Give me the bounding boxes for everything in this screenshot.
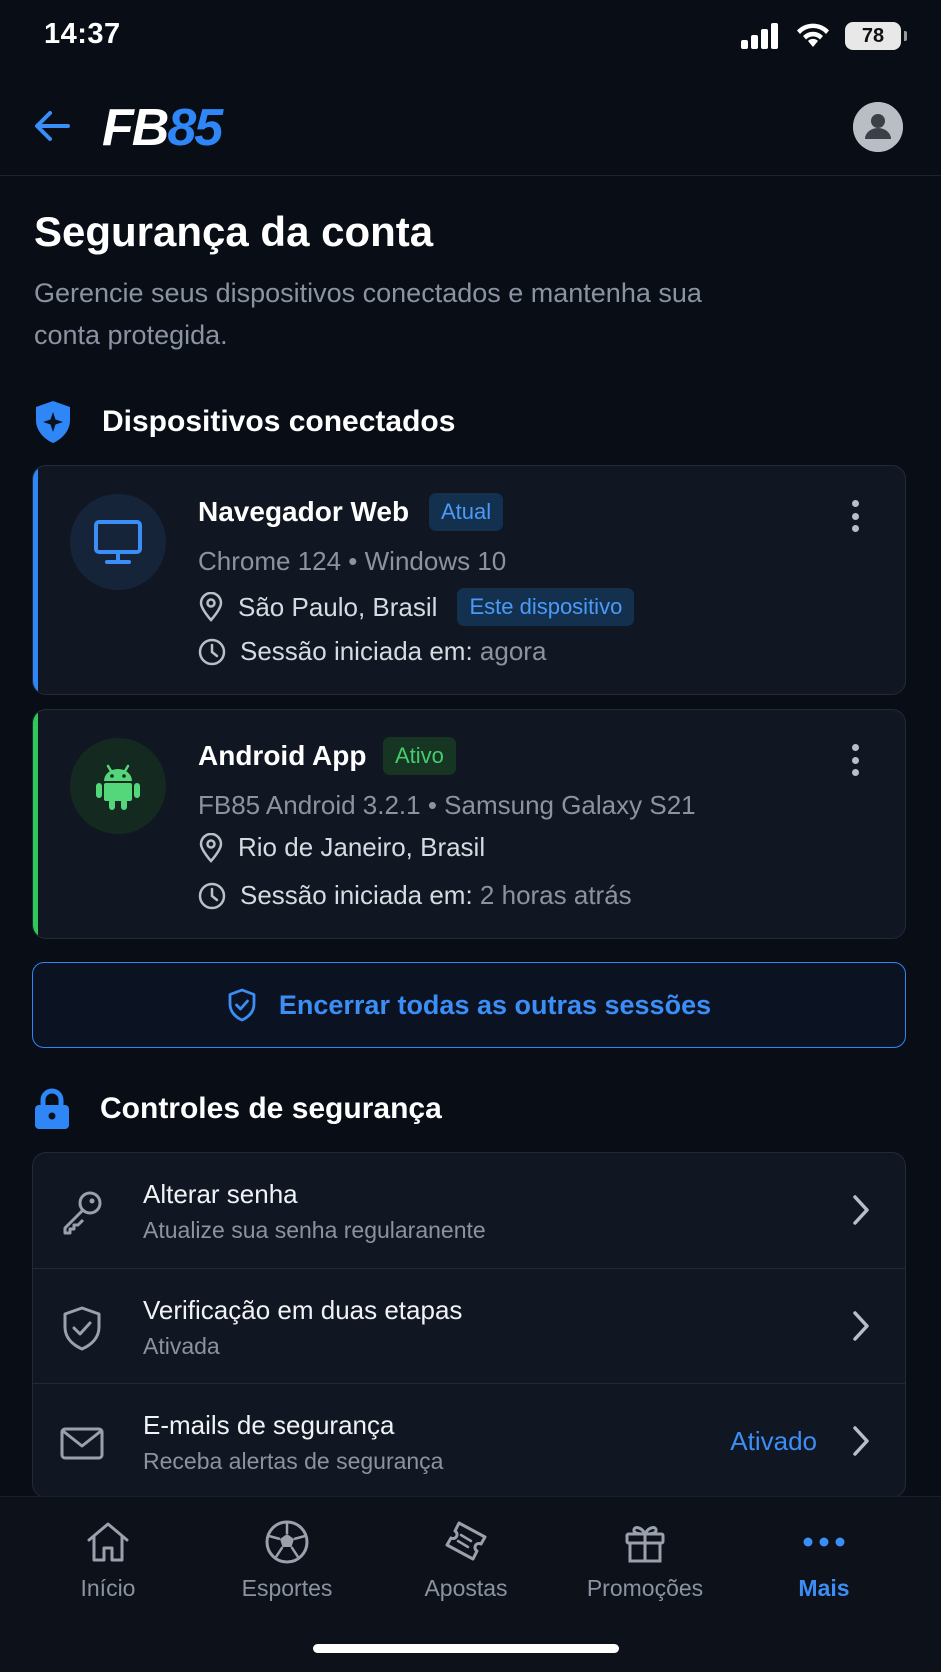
device-session-row: Sessão iniciada em: 2 horas atrás [198, 880, 632, 911]
nav-label: Mais [798, 1575, 850, 1601]
clock-icon [198, 638, 226, 665]
status-icons: 78 [741, 22, 907, 50]
nav-item-mais[interactable]: Mais [744, 1517, 904, 1617]
monitor-icon [94, 520, 142, 564]
end-other-sessions-button[interactable]: Encerrar todas as outras sessões [32, 962, 906, 1048]
device-location-row: São Paulo, Brasil Este dispositivo [198, 588, 635, 626]
control-title: Alterar senha [143, 1179, 298, 1209]
status-badge: Atual [429, 493, 504, 531]
nav-item-promocoes[interactable]: Promoções [565, 1517, 725, 1617]
shield-check-icon [228, 988, 256, 1022]
chevron-right-icon [853, 1195, 869, 1225]
nav-item-apostas[interactable]: Apostas [386, 1517, 546, 1617]
soccer-ball-icon [265, 1520, 309, 1564]
gift-icon [625, 1526, 665, 1563]
control-status-value: Ativado [730, 1426, 817, 1456]
control-subtitle: Ativada [143, 1333, 220, 1359]
signal-icon [741, 23, 778, 49]
device-options-button[interactable] [843, 496, 867, 536]
device-name: Android App [198, 740, 367, 771]
controls-section-header: Controles de segurança [34, 1088, 442, 1130]
logo-text-85: 85 [167, 99, 223, 157]
status-bar: 14:37 78 [0, 0, 941, 76]
fb85-logo: FB85 [102, 98, 223, 158]
wifi-icon [797, 23, 829, 47]
device-icon-container [70, 494, 166, 590]
control-title: E-mails de segurança [143, 1410, 395, 1440]
devices-section-title: Dispositivos conectados [102, 405, 456, 438]
device-card-web[interactable]: Navegador Web Atual Chrome 124 • Windows… [32, 465, 906, 695]
clock-icon [198, 882, 226, 909]
page-title: Segurança da conta [34, 208, 434, 255]
control-subtitle: Atualize sua senha regularanente [143, 1217, 486, 1243]
app-header: FB85 [0, 88, 941, 176]
nav-label: Início [80, 1575, 136, 1601]
arrow-left-icon [35, 111, 70, 141]
shield-icon [36, 401, 70, 443]
lock-icon [35, 1088, 69, 1129]
change-password-row[interactable]: Alterar senha Atualize sua senha regular… [33, 1153, 905, 1268]
chevron-right-icon [853, 1311, 869, 1341]
controls-section-title: Controles de segurança [100, 1092, 442, 1125]
device-details: Chrome 124 • Windows 10 [198, 546, 507, 576]
session-value: 2 horas atrás [479, 880, 632, 910]
session-value: agora [479, 636, 547, 666]
session-label: Sessão iniciada em: [240, 636, 473, 666]
control-title: Verificação em duas etapas [143, 1295, 463, 1325]
android-icon [96, 764, 140, 810]
device-name: Navegador Web [198, 496, 410, 527]
battery-level: 78 [861, 24, 885, 47]
home-icon [87, 1522, 129, 1562]
device-location: Rio de Janeiro, Brasil [238, 832, 486, 862]
control-subtitle: Receba alertas de segurança [143, 1448, 444, 1474]
security-emails-row[interactable]: E-mails de segurança Receba alertas de s… [33, 1383, 905, 1497]
avatar[interactable] [853, 102, 903, 152]
home-indicator [313, 1644, 619, 1653]
shield-check-icon [63, 1306, 101, 1351]
location-pin-icon [199, 592, 223, 622]
logo-text-fb: FB [102, 99, 169, 157]
device-card-android[interactable]: Android App Ativo FB85 Android 3.2.1 • S… [32, 709, 906, 939]
nav-item-esportes[interactable]: Esportes [207, 1517, 367, 1617]
two-factor-row[interactable]: Verificação em duas etapas Ativada [33, 1268, 905, 1383]
key-icon [63, 1191, 102, 1235]
nav-label: Promoções [586, 1575, 704, 1601]
device-details: FB85 Android 3.2.1 • Samsung Galaxy S21 [198, 790, 696, 820]
device-icon-container [70, 738, 166, 834]
devices-section-header: Dispositivos conectados [34, 400, 455, 444]
back-button[interactable] [28, 102, 76, 150]
ticket-icon [445, 1521, 487, 1561]
card-accent [33, 710, 38, 938]
device-options-button[interactable] [843, 740, 867, 780]
battery-indicator: 78 [845, 22, 907, 50]
card-accent [33, 466, 38, 694]
user-icon [853, 102, 903, 152]
this-device-badge: Este dispositivo [457, 588, 635, 626]
end-sessions-label: Encerrar todas as outras sessões [278, 989, 712, 1020]
security-controls-list: Alterar senha Atualize sua senha regular… [32, 1152, 906, 1498]
status-time: 14:37 [44, 18, 121, 50]
device-session-row: Sessão iniciada em: agora [198, 636, 546, 667]
page-subtitle: Gerencie seus dispositivos conectados e … [34, 278, 702, 350]
device-location: São Paulo, Brasil [238, 591, 438, 622]
nav-item-inicio[interactable]: Início [28, 1517, 188, 1617]
nav-label: Esportes [241, 1575, 333, 1601]
location-pin-icon [199, 832, 223, 863]
status-badge: Ativo [383, 737, 456, 775]
device-location-row: Rio de Janeiro, Brasil [198, 832, 485, 863]
more-dots-icon [803, 1537, 845, 1547]
nav-label: Apostas [424, 1575, 508, 1601]
chevron-right-icon [853, 1426, 869, 1456]
session-label: Sessão iniciada em: [240, 880, 473, 910]
mail-icon [60, 1427, 104, 1460]
